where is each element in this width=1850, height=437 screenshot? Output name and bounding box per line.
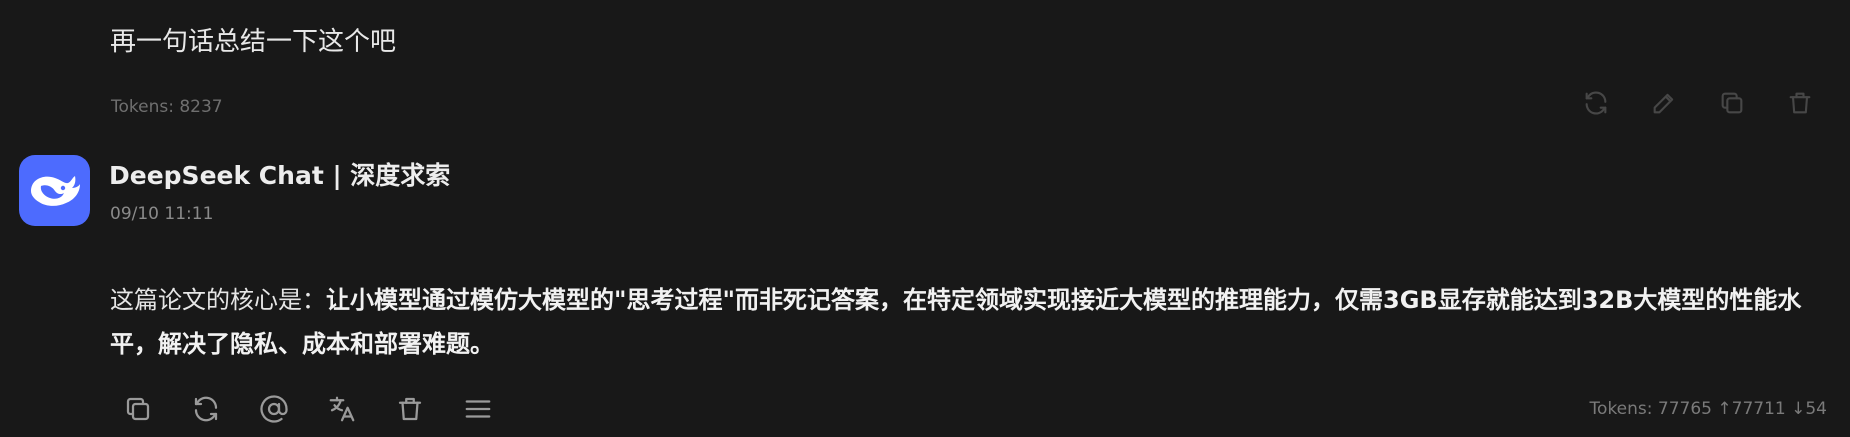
user-message-text: 再一句话总结一下这个吧 — [110, 27, 397, 57]
copy-icon[interactable] — [1717, 88, 1747, 118]
edit-icon[interactable] — [1649, 88, 1679, 118]
answer-bold-summary: 让小模型通过模仿大模型的"思考过程"而非死记答案，在特定领域实现接近大模型的推理… — [110, 286, 1802, 358]
menu-icon[interactable] — [462, 393, 494, 425]
assistant-token-count: Tokens: 77765 ↑77711 ↓54 — [1589, 399, 1827, 419]
translate-icon[interactable] — [326, 393, 358, 425]
deepseek-avatar — [19, 155, 90, 226]
delete-icon[interactable] — [394, 393, 426, 425]
assistant-message-actions — [122, 393, 530, 425]
assistant-name: DeepSeek Chat | 深度求索 — [109, 161, 451, 190]
mention-icon[interactable] — [258, 393, 290, 425]
regenerate-icon[interactable] — [190, 393, 222, 425]
assistant-answer: 这篇论文的核心是：让小模型通过模仿大模型的"思考过程"而非死记答案，在特定领域实… — [110, 278, 1830, 366]
answer-lead: 这篇论文的核心是： — [110, 286, 326, 314]
copy-icon[interactable] — [122, 393, 154, 425]
assistant-timestamp: 09/10 11:11 — [110, 204, 214, 224]
delete-icon[interactable] — [1785, 88, 1815, 118]
user-message-actions — [1581, 88, 1850, 118]
user-message-token-count: Tokens: 8237 — [111, 97, 223, 117]
deepseek-whale-icon — [30, 175, 80, 206]
refresh-icon[interactable] — [1581, 88, 1611, 118]
